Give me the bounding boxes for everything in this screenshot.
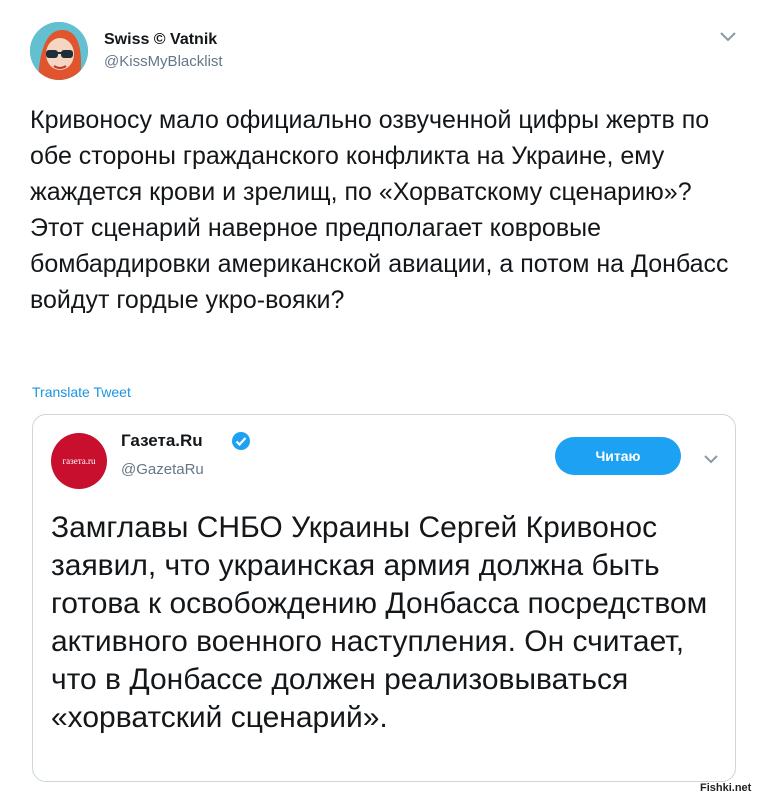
- quoted-author-avatar[interactable]: газета.ru: [51, 433, 107, 489]
- chevron-down-icon[interactable]: [703, 453, 719, 465]
- author-name[interactable]: Swiss © Vatnik: [104, 31, 217, 49]
- translate-tweet-link[interactable]: Translate Tweet: [32, 384, 131, 400]
- watermark: Fishki.net: [700, 782, 752, 794]
- quoted-tweet[interactable]: газета.ru Газета.Ru @GazetaRu Читаю Замг…: [32, 414, 736, 782]
- quoted-author-handle[interactable]: @GazetaRu: [121, 461, 204, 478]
- following-button[interactable]: Читаю: [555, 437, 681, 475]
- quoted-tweet-text: Замглавы СНБО Украины Сергей Кривонос за…: [51, 511, 708, 734]
- tweet-text: Кривоносу мало официально озвученной циф…: [30, 106, 729, 314]
- author-avatar[interactable]: [30, 22, 88, 80]
- avatar-illustration: [30, 22, 88, 80]
- author-handle[interactable]: @KissMyBlacklist: [104, 53, 223, 70]
- quoted-author-name[interactable]: Газета.Ru: [121, 431, 203, 451]
- chevron-down-icon[interactable]: [718, 30, 738, 44]
- tweet-card: Swiss © Vatnik @KissMyBlacklist Кривонос…: [0, 0, 778, 800]
- verified-badge-icon: [232, 432, 250, 450]
- quoted-avatar-logo-text: газета.ru: [62, 456, 96, 466]
